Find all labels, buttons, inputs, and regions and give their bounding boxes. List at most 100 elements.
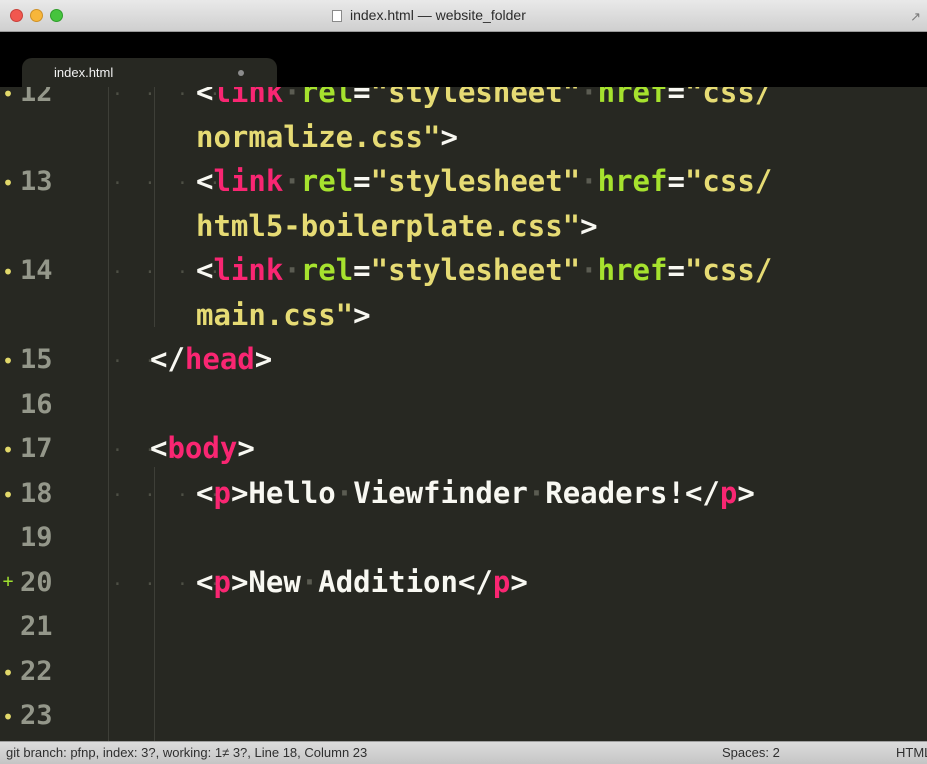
code-token: "css/	[684, 253, 773, 287]
code-line-14[interactable]: • 14 · · · · <link·rel="stylesheet"·href="c…	[0, 249, 927, 295]
space-dot: ·	[527, 475, 546, 510]
line-modified-marker-icon: •	[1, 87, 15, 106]
code-token: >	[230, 475, 249, 510]
fullscreen-icon[interactable]: ↗	[910, 9, 921, 25]
line-modified-marker-icon: •	[1, 438, 15, 462]
code-token: rel	[300, 253, 354, 287]
code-token: normalize.css"	[196, 119, 441, 154]
code-text: <p>New·Addition</p>	[196, 565, 528, 599]
line-number: 12	[20, 87, 53, 108]
code-token: href	[597, 253, 668, 287]
line-number: 13	[20, 166, 53, 197]
code-token: >	[230, 564, 249, 599]
syntax-setting[interactable]: HTML	[896, 745, 927, 760]
space-dot: ·	[335, 475, 354, 510]
code-line-12[interactable]: • 12 · · · · <link·rel="stylesheet"·href="c…	[0, 87, 927, 117]
code-token: <	[196, 164, 214, 198]
line-added-marker-icon: +	[2, 570, 14, 592]
code-token: >	[580, 208, 598, 243]
line-modified-marker-icon: •	[1, 660, 15, 685]
code-token: p	[213, 564, 231, 599]
code-token: <	[196, 564, 214, 599]
code-token: body	[167, 431, 238, 465]
line-number: 14	[20, 255, 53, 286]
code-line-13-wrapped[interactable]: html5-boilerplate.css">	[0, 205, 927, 251]
window-titlebar[interactable]: index.html — website_folder ↗	[0, 0, 927, 32]
line-modified-marker-icon: •	[1, 705, 15, 729]
code-token: p	[213, 475, 231, 510]
line-number: 17	[20, 433, 53, 464]
code-editor[interactable]: • 12 · · · · <link·rel="stylesheet"·href="c…	[0, 87, 927, 741]
indentation-setting[interactable]: Spaces: 2	[722, 745, 780, 760]
code-token: <	[196, 253, 214, 287]
code-line-14-wrapped[interactable]: main.css">	[0, 294, 927, 340]
zoom-window-button[interactable]	[50, 9, 63, 22]
close-window-button[interactable]	[10, 9, 23, 22]
code-line-22[interactable]: • 22	[0, 650, 927, 696]
code-token: =	[667, 87, 685, 109]
code-token: <	[196, 475, 214, 510]
code-line-23[interactable]: • 23	[0, 694, 927, 740]
line-number: 18	[20, 477, 53, 509]
code-token: head	[184, 342, 255, 376]
code-token: =	[353, 87, 371, 109]
minimize-window-button[interactable]	[30, 9, 43, 22]
code-token: rel	[300, 164, 354, 198]
code-token: >	[737, 475, 755, 510]
code-line-15[interactable]: • 15 · · </head>	[0, 338, 927, 384]
space-dot: ·	[283, 164, 301, 198]
tab-bar: index.html	[0, 32, 927, 87]
code-text: normalize.css">	[196, 120, 458, 154]
code-token: Readers!	[545, 475, 685, 510]
code-token: >	[353, 297, 371, 332]
space-dot: ·	[580, 253, 598, 287]
code-token: </	[150, 342, 185, 376]
line-modified-marker-icon: •	[1, 260, 15, 284]
line-modified-marker-icon: •	[1, 349, 15, 373]
code-token: "stylesheet"	[370, 87, 581, 109]
whitespace-indicator: · ·	[112, 440, 156, 461]
code-line-17[interactable]: • 17 · · <body>	[0, 427, 927, 473]
code-token: "stylesheet"	[370, 253, 581, 287]
code-token: New	[248, 564, 301, 599]
code-token: main.css"	[196, 297, 354, 332]
code-line-13[interactable]: • 13 · · · · <link·rel="stylesheet"·href="c…	[0, 160, 927, 206]
code-token: </	[457, 564, 493, 599]
line-modified-marker-icon: •	[1, 171, 15, 195]
code-token: "css/	[684, 87, 773, 109]
code-token: >	[237, 431, 255, 465]
code-text: html5-boilerplate.css">	[196, 209, 598, 243]
tab-index-html[interactable]: index.html	[22, 58, 277, 87]
code-text: main.css">	[196, 298, 371, 332]
code-line-16[interactable]: 16	[0, 383, 927, 429]
git-status-text: git branch: pfnp, index: 3?, working: 1≠…	[6, 745, 368, 760]
code-token: "stylesheet"	[370, 164, 581, 198]
code-line-18[interactable]: • 18 · · · · <p>Hello·Viewfinder·Readers!</…	[0, 472, 927, 518]
unsaved-dot-icon[interactable]	[238, 70, 244, 76]
line-number: 19	[20, 522, 53, 553]
code-token: p	[492, 564, 511, 599]
code-token: <	[196, 87, 214, 109]
code-line-19[interactable]: 19	[0, 516, 927, 562]
code-text: <body>	[150, 431, 255, 465]
code-text: <p>Hello·Viewfinder·Readers!</p>	[196, 476, 755, 510]
code-token: href	[597, 87, 668, 109]
code-token: rel	[300, 87, 354, 109]
line-number: 20	[20, 566, 53, 598]
code-line-12-wrapped[interactable]: normalize.css">	[0, 116, 927, 162]
code-token: =	[353, 253, 371, 287]
code-line-21[interactable]: 21	[0, 605, 927, 651]
line-number: 16	[20, 388, 53, 420]
code-line-20[interactable]: +20 · · · · <p>New·Addition</p>	[0, 561, 927, 607]
whitespace-indicator: · ·	[112, 351, 156, 372]
code-token: =	[667, 253, 685, 287]
code-text: <link·rel="stylesheet"·href="css/	[196, 164, 772, 198]
code-token: <	[150, 431, 168, 465]
status-bar: git branch: pfnp, index: 3?, working: 1≠…	[0, 741, 927, 764]
code-text: <link·rel="stylesheet"·href="css/	[196, 253, 772, 287]
code-token: html5-boilerplate.css"	[196, 208, 581, 243]
tab-label: index.html	[54, 65, 114, 80]
line-number: 15	[20, 344, 53, 375]
code-token: Viewfinder	[353, 475, 528, 510]
line-number: 22	[20, 655, 53, 687]
